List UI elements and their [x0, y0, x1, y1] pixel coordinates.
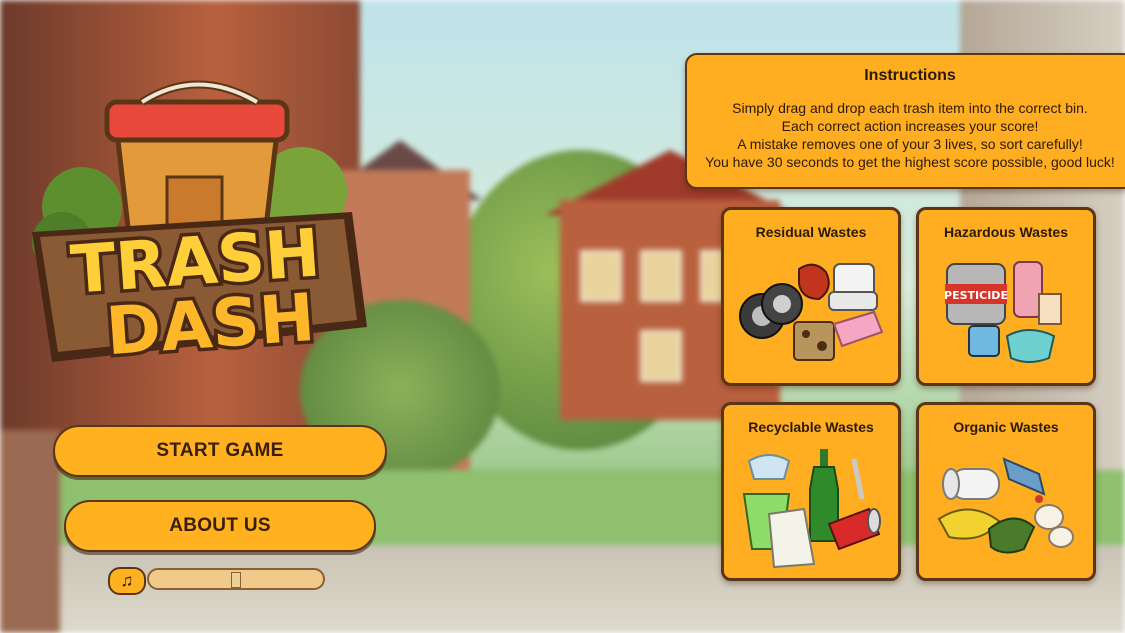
residual-wastes-bin[interactable]: Residual Wastes [721, 207, 901, 386]
pesticide-label: PESTICIDE [944, 289, 1008, 302]
start-game-button[interactable]: START GAME [53, 425, 387, 477]
instruction-line: Simply drag and drop each trash item int… [732, 100, 1088, 116]
instructions-title: Instructions [864, 67, 956, 84]
bin-title: Recyclable Wastes [748, 419, 874, 435]
instruction-line: A mistake removes one of your 3 lives, s… [737, 136, 1083, 152]
music-toggle-button[interactable]: ♫ [108, 567, 146, 595]
trash-dash-logo: TRASH DASH [32, 80, 367, 374]
recyclable-waste-icon [742, 449, 881, 569]
recyclable-wastes-bin[interactable]: Recyclable Wastes [721, 402, 901, 581]
bin-title: Organic Wastes [953, 419, 1059, 435]
instruction-line: You have 30 seconds to get the highest s… [705, 154, 1115, 170]
volume-slider[interactable] [147, 568, 325, 590]
organic-wastes-bin[interactable]: Organic Wastes [916, 402, 1096, 581]
logo-line-2: DASH [104, 279, 318, 370]
bin-title: Hazardous Wastes [944, 224, 1068, 240]
about-us-button[interactable]: ABOUT US [64, 500, 376, 552]
hazardous-waste-icon: PESTICIDE [944, 261, 1062, 363]
volume-slider-thumb[interactable] [231, 572, 241, 588]
bin-title: Residual Wastes [755, 224, 867, 240]
organic-waste-icon [937, 457, 1074, 554]
hazardous-wastes-bin[interactable]: Hazardous Wastes PESTICIDE [916, 207, 1096, 386]
instructions-panel: Instructions Simply drag and drop each t… [685, 53, 1125, 189]
residual-waste-icon [739, 263, 884, 361]
music-note-icon: ♫ [120, 571, 134, 590]
instruction-line: Each correct action increases your score… [781, 118, 1039, 134]
